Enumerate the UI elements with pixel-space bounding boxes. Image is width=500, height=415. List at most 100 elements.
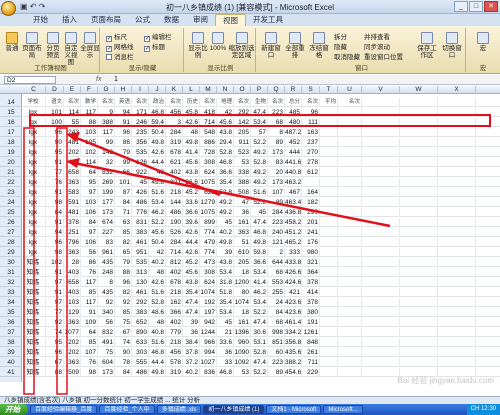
- cell[interactable]: 85: [81, 288, 98, 297]
- cell[interactable]: 生物: [251, 98, 268, 107]
- cell[interactable]: 51.6: [149, 188, 166, 197]
- cell[interactable]: 171: [132, 108, 149, 117]
- cell[interactable]: 8: [268, 128, 285, 137]
- cell[interactable]: [438, 138, 476, 147]
- cell[interactable]: 39.6: [183, 218, 200, 227]
- cell[interactable]: lgx: [22, 128, 46, 137]
- row-header[interactable]: 21: [0, 168, 22, 177]
- cell[interactable]: [320, 358, 338, 367]
- cell[interactable]: 403: [64, 288, 81, 297]
- cell[interactable]: 35.4: [183, 288, 200, 297]
- cell[interactable]: 126: [132, 158, 149, 167]
- cell[interactable]: 1261: [302, 328, 320, 337]
- cell[interactable]: 1075: [200, 178, 217, 187]
- cell[interactable]: 知练: [22, 368, 46, 377]
- cell[interactable]: 18: [234, 268, 251, 277]
- cell[interactable]: [400, 168, 438, 177]
- cell[interactable]: 53.4: [251, 268, 268, 277]
- page-layout-view-button[interactable]: 页面布局: [22, 32, 42, 59]
- cell[interactable]: [400, 118, 438, 127]
- cell[interactable]: 388: [98, 118, 115, 127]
- row-header[interactable]: 20: [0, 158, 22, 167]
- row-header[interactable]: 15: [0, 108, 22, 117]
- cell[interactable]: 36: [234, 208, 251, 217]
- cell[interactable]: 43.8: [217, 258, 234, 267]
- cell[interactable]: 89: [268, 198, 285, 207]
- cell[interactable]: [362, 198, 400, 207]
- cell[interactable]: [438, 348, 476, 357]
- cell[interactable]: 998: [268, 328, 285, 337]
- cell[interactable]: [338, 338, 362, 347]
- cell[interactable]: 836: [200, 368, 217, 377]
- cell[interactable]: 229: [302, 368, 320, 377]
- cell[interactable]: 56: [98, 318, 115, 327]
- column-header-D[interactable]: D: [46, 86, 64, 94]
- tab-3[interactable]: 公式: [128, 14, 157, 26]
- cell[interactable]: [438, 168, 476, 177]
- cell[interactable]: 36.6: [217, 168, 234, 177]
- cell[interactable]: 223: [268, 108, 285, 117]
- cell[interactable]: 74: [46, 328, 64, 337]
- cell[interactable]: 426: [132, 188, 149, 197]
- cell[interactable]: 644: [268, 258, 285, 267]
- cell[interactable]: 486: [132, 368, 149, 377]
- cell[interactable]: 714: [166, 248, 183, 257]
- cell[interactable]: 435: [98, 288, 115, 297]
- row-header[interactable]: 24: [0, 198, 22, 207]
- cell[interactable]: 36.6: [251, 258, 268, 267]
- cell[interactable]: 50.4: [149, 128, 166, 137]
- cell[interactable]: 319: [166, 138, 183, 147]
- row-header[interactable]: 34: [0, 298, 22, 307]
- cell[interactable]: 340: [98, 308, 115, 317]
- cell[interactable]: 79: [115, 148, 132, 157]
- cell[interactable]: [320, 208, 338, 217]
- cell[interactable]: 96: [46, 238, 64, 247]
- tab-6[interactable]: 视图: [215, 14, 246, 26]
- cell[interactable]: 463.2: [285, 178, 302, 187]
- cell[interactable]: 名次: [302, 98, 320, 107]
- cell[interactable]: 103: [64, 298, 81, 307]
- cell[interactable]: [438, 268, 476, 277]
- cell[interactable]: [338, 178, 362, 187]
- cell[interactable]: [438, 278, 476, 287]
- cell[interactable]: [438, 188, 476, 197]
- cell[interactable]: 97: [46, 298, 64, 307]
- cell[interactable]: 366: [166, 308, 183, 317]
- cell[interactable]: [320, 288, 338, 297]
- cell[interactable]: [338, 248, 362, 257]
- cell[interactable]: 851: [268, 338, 285, 347]
- cell[interactable]: 436.8: [285, 208, 302, 217]
- cell[interactable]: 218: [166, 188, 183, 197]
- cell[interactable]: 43.8: [183, 278, 200, 287]
- cell[interactable]: 121: [268, 238, 285, 247]
- cell[interactable]: 29.4: [217, 138, 234, 147]
- cell[interactable]: 161: [234, 218, 251, 227]
- cell[interactable]: 960: [234, 338, 251, 347]
- cell[interactable]: 102: [46, 258, 64, 267]
- cell[interactable]: 52.2: [251, 138, 268, 147]
- cell[interactable]: 18: [234, 308, 251, 317]
- cell[interactable]: 711: [302, 358, 320, 367]
- cell[interactable]: 政治: [149, 98, 166, 107]
- cell[interactable]: [362, 318, 400, 327]
- cell[interactable]: 84: [46, 208, 64, 217]
- cell[interactable]: [362, 248, 400, 257]
- cell[interactable]: 218: [166, 338, 183, 347]
- cell[interactable]: 46.2: [149, 208, 166, 217]
- cell[interactable]: 56: [81, 248, 98, 257]
- cell[interactable]: [400, 148, 438, 157]
- cell[interactable]: 47.4: [251, 358, 268, 367]
- cell[interactable]: 45.8: [183, 108, 200, 117]
- cell[interactable]: [438, 198, 476, 207]
- cell[interactable]: 356: [132, 138, 149, 147]
- custom-views-button[interactable]: 自定义视图: [62, 32, 80, 66]
- cell[interactable]: 1027: [200, 358, 217, 367]
- cell[interactable]: 378: [302, 298, 320, 307]
- cell[interactable]: [320, 328, 338, 337]
- cell[interactable]: 21: [217, 328, 234, 337]
- cell[interactable]: 49.8: [217, 238, 234, 247]
- column-header-P[interactable]: P: [251, 86, 268, 94]
- cell[interactable]: [362, 208, 400, 217]
- cell[interactable]: 24: [268, 298, 285, 307]
- cell[interactable]: 218: [166, 288, 183, 297]
